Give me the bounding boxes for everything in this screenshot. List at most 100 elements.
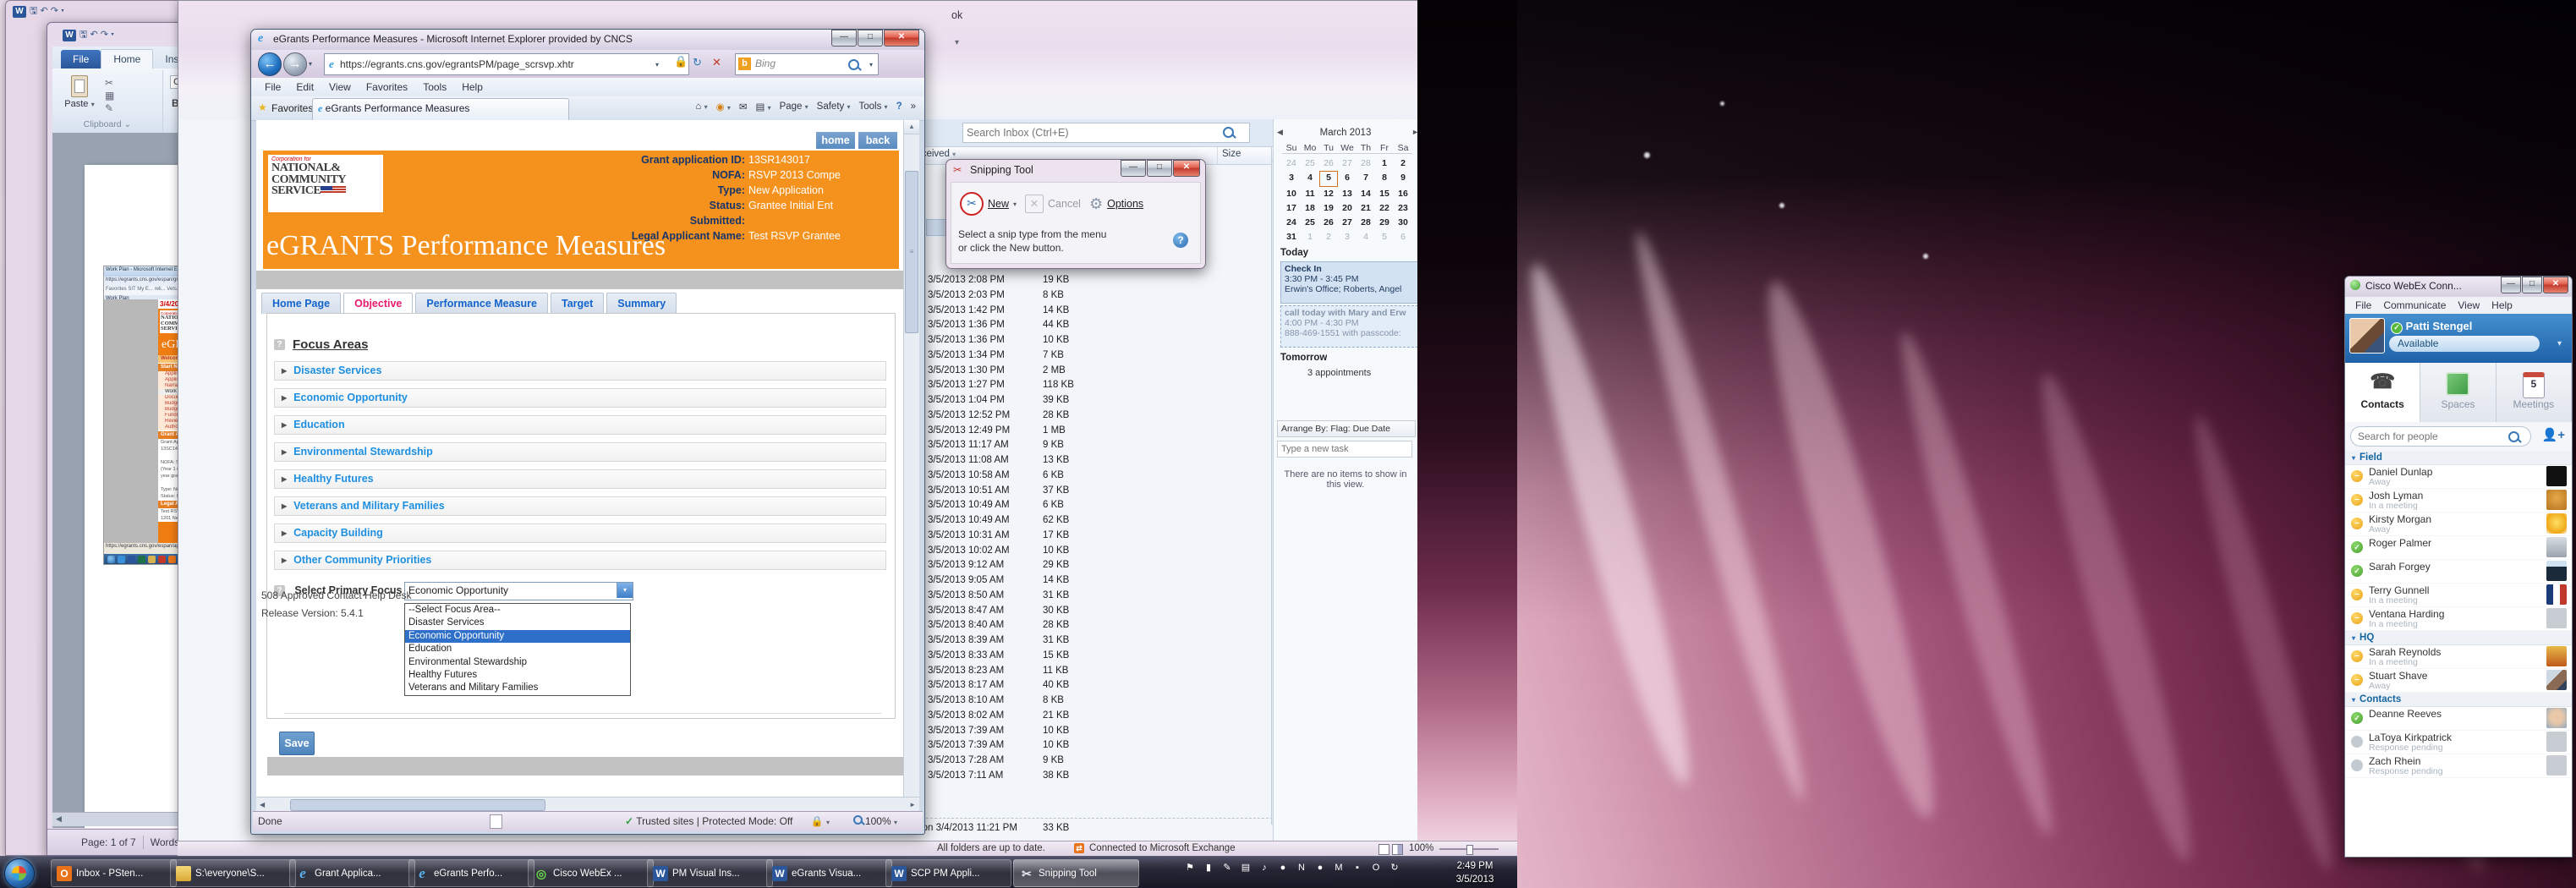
egrants-tab[interactable]: Objective bbox=[343, 293, 414, 314]
save-icon[interactable]: 🖫 bbox=[79, 30, 87, 40]
calendar-day[interactable]: 28 bbox=[1357, 216, 1375, 230]
dropdown-option[interactable]: Healthy Futures bbox=[405, 669, 630, 682]
print-icon[interactable]: ▤ ▾ bbox=[755, 101, 770, 112]
calendar-day[interactable]: 3 bbox=[1338, 230, 1357, 244]
overflow-icon[interactable]: » bbox=[911, 101, 916, 112]
add-contact-icon[interactable]: 👤+ bbox=[2542, 427, 2565, 442]
stop-icon[interactable]: ✕ bbox=[712, 56, 721, 69]
mail-row[interactable]: 3/5/2013 8:33 AM 15 KB bbox=[926, 649, 1268, 664]
contact-row[interactable]: Roger Palmer bbox=[2345, 536, 2572, 560]
tray-icon[interactable]: O bbox=[1368, 860, 1384, 875]
dropdown-option[interactable]: Disaster Services bbox=[405, 617, 630, 629]
mail-row[interactable]: 3/5/2013 9:12 AM 29 KB bbox=[926, 558, 1268, 573]
new-snip-dropdown-icon[interactable]: ▾ bbox=[1013, 200, 1017, 208]
mail-row[interactable]: 3/5/2013 1:04 PM 39 KB bbox=[926, 393, 1268, 408]
presence-dropdown-icon[interactable]: ▾ bbox=[2557, 339, 2562, 348]
mail-row[interactable]: 3/5/2013 7:39 AM 10 KB bbox=[926, 738, 1268, 754]
calendar-day[interactable]: 20 bbox=[1338, 201, 1357, 216]
primary-focus-area-select[interactable]: Economic Opportunity ▾ bbox=[404, 582, 633, 600]
mail-row[interactable]: 3/5/2013 8:47 AM 30 KB bbox=[926, 604, 1268, 619]
calendar-day[interactable]: 1 bbox=[1375, 156, 1394, 171]
calendar-day[interactable]: 31 bbox=[1282, 230, 1301, 244]
taskbar-clock[interactable]: 2:49 PM 3/5/2013 bbox=[1438, 859, 1512, 886]
page-zoom[interactable]: 100% ▾ bbox=[852, 815, 897, 827]
appointment-call[interactable]: call today with Mary and Erw 4:00 PM - 4… bbox=[1280, 305, 1422, 348]
search-icon[interactable] bbox=[1223, 127, 1234, 138]
people-search-input[interactable] bbox=[2350, 426, 2531, 447]
calendar-day[interactable]: 18 bbox=[1301, 201, 1319, 216]
calendar-day[interactable]: 8 bbox=[1375, 171, 1394, 185]
column-header-size[interactable]: Size bbox=[1222, 149, 1241, 159]
contact-row[interactable]: Ventana Harding In a meeting bbox=[2345, 607, 2572, 631]
undo-icon[interactable]: ↶ bbox=[90, 30, 97, 40]
search-box[interactable]: b Bing ▾ bbox=[735, 53, 879, 75]
new-task-input[interactable] bbox=[1277, 441, 1412, 458]
task-arrange-header[interactable]: Arrange By: Flag: Due Date bbox=[1277, 420, 1416, 437]
dialog-launcher-icon[interactable]: ⌄ bbox=[124, 119, 132, 129]
qat-dropdown-icon[interactable]: ▾ bbox=[111, 30, 114, 40]
mail-row[interactable]: 3/5/2013 10:49 AM 6 KB bbox=[926, 498, 1268, 513]
new-snip-button[interactable]: ✂ New ▾ bbox=[960, 192, 1017, 216]
scroll-thumb[interactable] bbox=[290, 799, 545, 811]
tray-icon[interactable]: ▮ bbox=[1201, 860, 1216, 875]
calendar-day[interactable]: 19 bbox=[1319, 201, 1338, 216]
calendar-day[interactable]: 25 bbox=[1301, 156, 1319, 171]
search-icon[interactable] bbox=[848, 59, 859, 70]
egrants-tab[interactable]: Home Page bbox=[261, 293, 342, 314]
menu-item[interactable]: View bbox=[2453, 298, 2485, 313]
calendar-day[interactable]: 17 bbox=[1282, 201, 1301, 216]
maximize-button[interactable]: □ bbox=[1147, 160, 1172, 177]
home-icon[interactable]: ⌂ ▾ bbox=[695, 101, 707, 112]
mail-row[interactable]: 3/5/2013 1:27 PM 118 KB bbox=[926, 378, 1268, 393]
taskbar-button[interactable]: e Grant Applica... bbox=[289, 859, 415, 887]
history-dropdown-icon[interactable]: ▾ bbox=[309, 60, 312, 68]
mail-row[interactable]: 3/5/2013 8:23 AM 11 KB bbox=[926, 664, 1268, 679]
tray-icon[interactable]: ▪ bbox=[1350, 860, 1365, 875]
search-dropdown-icon[interactable]: ▾ bbox=[869, 61, 873, 69]
taskbar-button[interactable]: e eGrants Perfo... bbox=[408, 859, 534, 887]
mail-row[interactable]: 3/5/2013 10:02 AM 10 KB bbox=[926, 544, 1268, 559]
help-icon[interactable]: ? bbox=[896, 101, 902, 112]
appointment-check-in[interactable]: Check In 3:30 PM - 3:45 PM Erwin's Offic… bbox=[1280, 261, 1422, 304]
calendar-day[interactable]: 24 bbox=[1282, 156, 1301, 171]
avatar[interactable] bbox=[2349, 318, 2385, 354]
title-bar[interactable]: ✂ Snipping Tool — □ ✕ bbox=[946, 160, 1205, 182]
favorites-button[interactable]: Favorites bbox=[271, 102, 313, 114]
mail-row[interactable]: 3/5/2013 11:08 AM 13 KB bbox=[926, 453, 1268, 469]
tray-icon[interactable]: N bbox=[1294, 860, 1309, 875]
mail-row[interactable]: 3/5/2013 8:40 AM 28 KB bbox=[926, 618, 1268, 633]
calendar-day[interactable]: 10 bbox=[1282, 187, 1301, 201]
url-dropdown-icon[interactable]: ▾ bbox=[655, 61, 659, 69]
contact-group-header[interactable]: ▾ Field bbox=[2345, 451, 2572, 465]
dropdown-option[interactable]: Environmental Stewardship bbox=[405, 656, 630, 669]
start-button[interactable] bbox=[4, 858, 35, 888]
contact-row[interactable]: Josh Lyman In a meeting bbox=[2345, 489, 2572, 513]
calendar-day[interactable]: 26 bbox=[1319, 216, 1338, 230]
calendar-day[interactable]: 6 bbox=[1338, 171, 1357, 185]
page-menu[interactable]: Page ▾ bbox=[780, 101, 808, 112]
mail-row[interactable]: 3/5/2013 8:17 AM 40 KB bbox=[926, 678, 1268, 693]
tray-icon[interactable]: ✎ bbox=[1219, 860, 1235, 875]
calendar-day[interactable]: 1 bbox=[1301, 230, 1319, 244]
egrants-tab[interactable]: Target bbox=[551, 293, 605, 314]
contact-row[interactable]: Deanne Reeves bbox=[2345, 707, 2572, 731]
mail-row[interactable]: 3/5/2013 10:49 AM 62 KB bbox=[926, 513, 1268, 529]
calendar-day[interactable]: 11 bbox=[1301, 187, 1319, 201]
lock-icon[interactable]: 🔒 bbox=[674, 55, 688, 69]
menu-item[interactable]: Help bbox=[455, 79, 490, 95]
calendar-day[interactable]: 2 bbox=[1319, 230, 1338, 244]
mail-row[interactable]: 3/5/2013 1:30 PM 2 MB bbox=[926, 364, 1268, 379]
egrants-tab[interactable]: Performance Measure bbox=[415, 293, 548, 314]
page-count[interactable]: Page: 1 of 7 bbox=[81, 836, 136, 848]
close-button[interactable]: ✕ bbox=[2543, 277, 2568, 293]
copy-icon[interactable]: ▦ bbox=[105, 90, 114, 102]
home-button[interactable]: home bbox=[816, 132, 855, 149]
paste-dropdown-icon[interactable]: ▾ bbox=[91, 101, 95, 108]
menu-item[interactable]: Tools bbox=[416, 79, 453, 95]
scroll-up-icon[interactable]: ▲ bbox=[904, 120, 919, 134]
view-reading-icon[interactable] bbox=[1392, 844, 1403, 855]
mail-row[interactable]: 3/5/2013 11:17 AM 9 KB bbox=[926, 438, 1268, 453]
focus-area-row[interactable]: ▶ Healthy Futures bbox=[274, 469, 886, 489]
contact-row[interactable]: Kirsty Morgan Away bbox=[2345, 513, 2572, 536]
calendar-day[interactable]: 24 bbox=[1282, 216, 1301, 230]
